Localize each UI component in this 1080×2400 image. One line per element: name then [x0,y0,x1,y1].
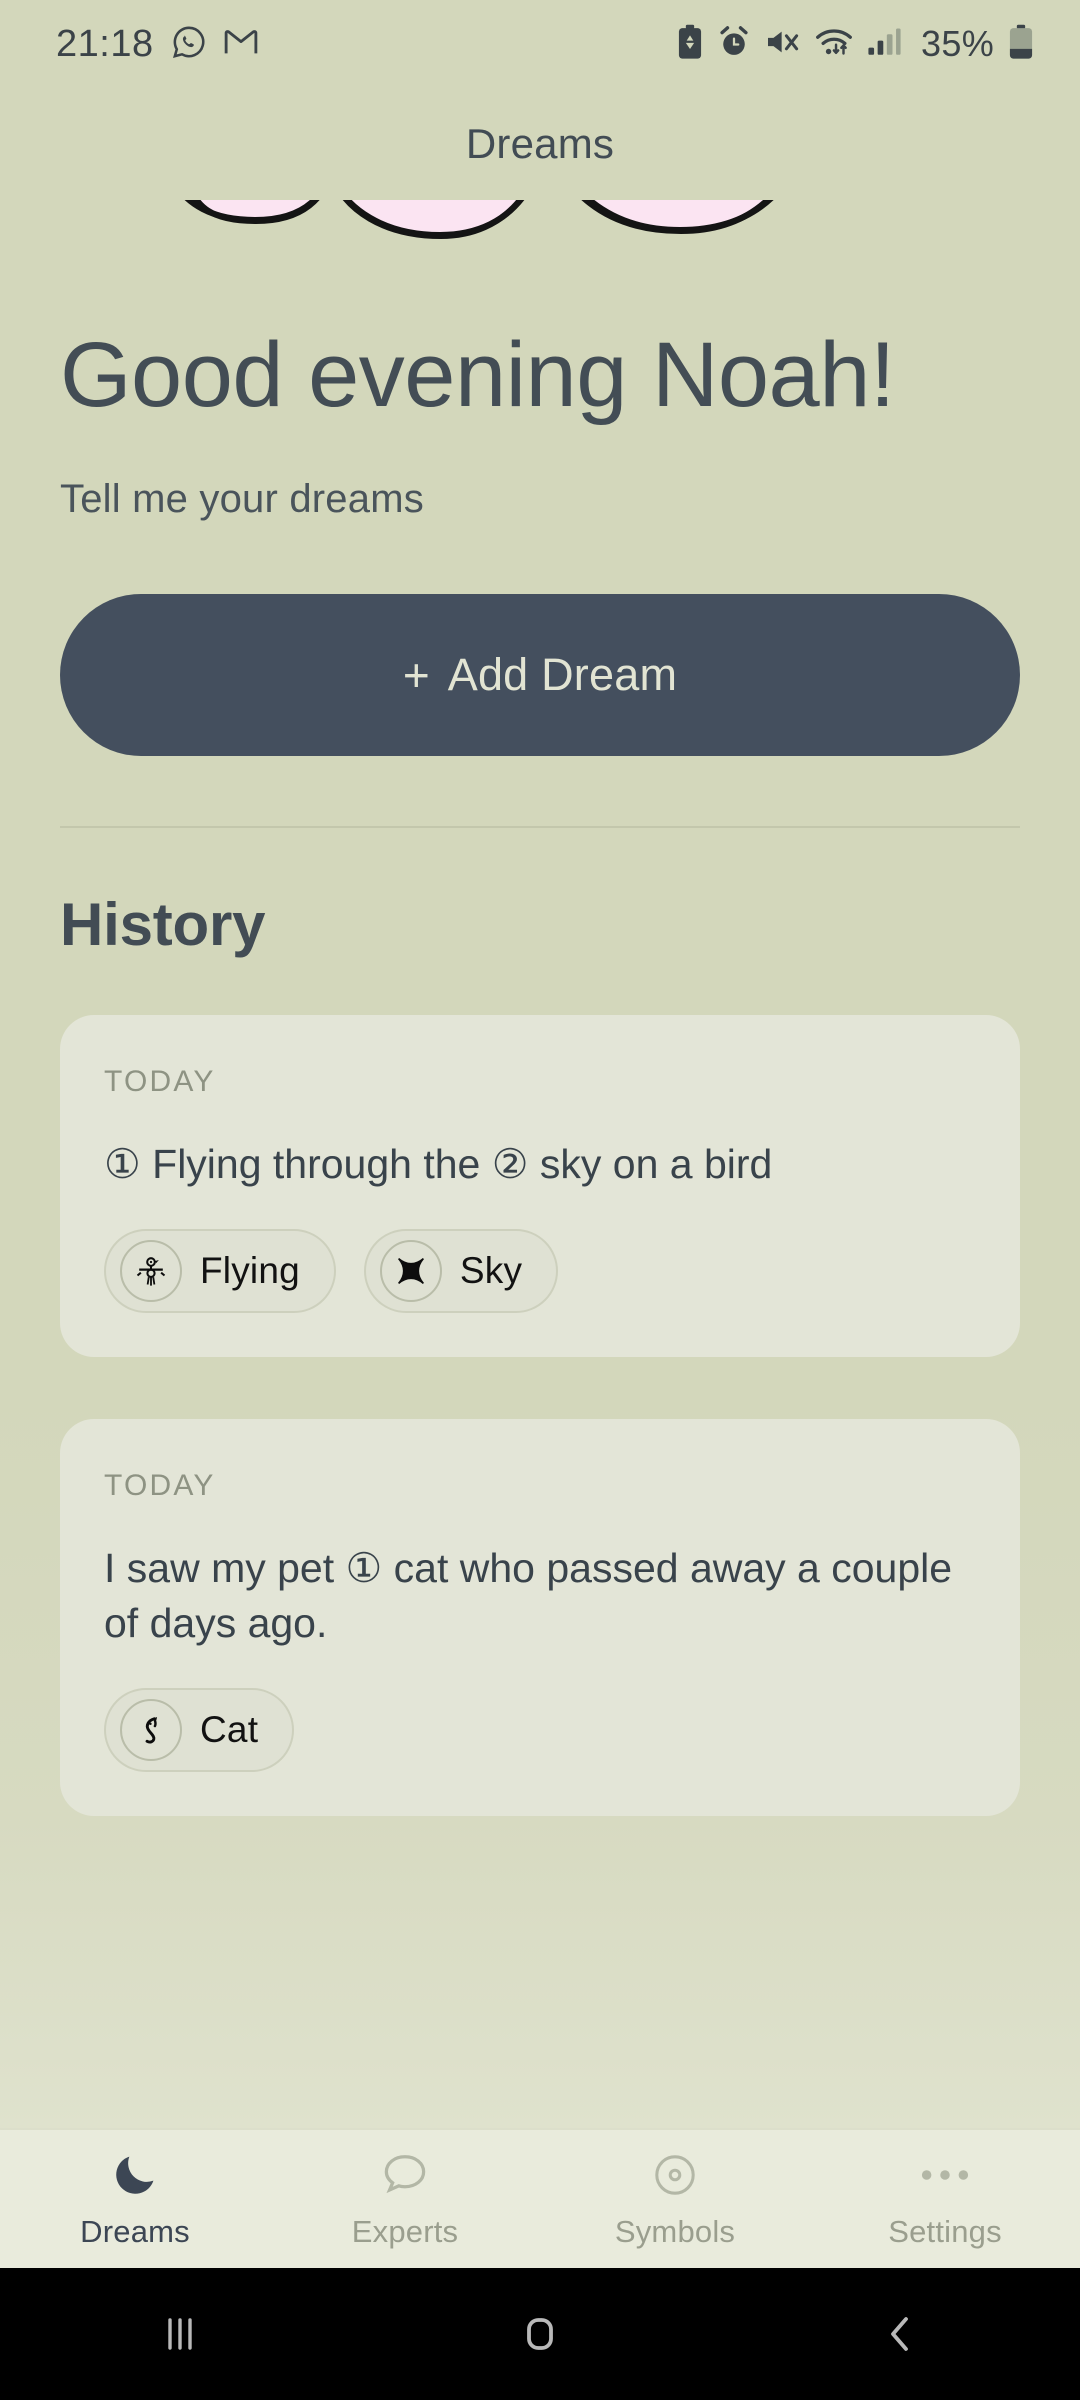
bird-symbol-icon [120,1240,182,1303]
phone-screen: 21:18 35% Dreams Good evening Noah! Tell… [0,0,1080,2400]
status-bar-right: 35% [677,23,1034,65]
battery-percent: 35% [921,23,994,64]
tab-label: Experts [351,2214,459,2249]
signal-icon [867,27,901,62]
home-icon[interactable] [430,2268,650,2400]
main-content: Good evening Noah! Tell me your dreams +… [0,200,1080,2128]
home-content: Good evening Noah! Tell me your dreams +… [0,322,1080,1856]
card-chip-list: Cat [104,1688,976,1773]
page-title: Dreams [465,120,615,167]
section-divider [60,825,1020,828]
history-card[interactable]: TODAY I saw my pet ① cat who passed away… [60,1419,1020,1817]
cat-symbol-icon [120,1699,182,1762]
app-header: Dreams [0,88,1080,200]
circle-target-icon [649,2148,701,2202]
card-dream-text: ① Flying through the ② sky on a bird [104,1140,773,1187]
tab-settings[interactable]: Settings [810,2130,1080,2268]
card-day-label: TODAY [104,1469,216,1503]
chip-label: Flying [200,1250,300,1292]
battery-saver-icon [677,24,703,65]
status-time: 21:18 [56,22,154,65]
system-navigation-bar [0,2268,1080,2400]
tab-label: Symbols [614,2214,736,2249]
history-list: TODAY ① Flying through the ② sky on a bi… [60,1014,1020,1857]
star-burst-symbol-icon [379,1240,442,1303]
add-dream-label: Add Dream [447,648,678,700]
subtitle-text: Tell me your dreams [60,476,424,521]
status-bar: 21:18 35% [0,0,1080,88]
status-bar-left: 21:18 [56,23,258,66]
recents-icon[interactable] [70,2268,290,2400]
moon-icon [109,2148,161,2202]
battery-icon [1008,24,1034,65]
tab-symbols[interactable]: Symbols [540,2130,810,2268]
chip-label: Sky [459,1250,523,1292]
symbol-chip-cat[interactable]: Cat [104,1688,295,1773]
symbol-chip-sky[interactable]: Sky [363,1229,559,1314]
wifi-icon [815,26,853,63]
mute-icon [765,27,801,62]
chip-label: Cat [200,1709,259,1751]
tab-label: Settings [888,2214,1002,2249]
back-icon[interactable] [790,2268,1010,2400]
alarm-icon [717,25,751,64]
card-dream-text: I saw my pet ① cat who passed away a cou… [104,1545,953,1646]
tab-dreams[interactable]: Dreams [0,2130,270,2268]
history-heading: History [60,890,266,958]
three-dots-icon [919,2148,971,2202]
symbol-chip-flying[interactable]: Flying [104,1229,336,1314]
plus-icon: + [402,648,430,701]
tab-experts[interactable]: Experts [270,2130,540,2268]
cloud-illustration [0,200,1080,320]
greeting-heading: Good evening Noah! [60,324,895,426]
chat-bubble-icon [379,2148,431,2202]
gmail-icon [224,28,258,61]
add-dream-button[interactable]: + Add Dream [60,593,1020,756]
tab-label: Dreams [80,2214,190,2249]
bottom-tab-bar: Dreams Experts Symbols Settings [0,2128,1080,2268]
history-card[interactable]: TODAY ① Flying through the ② sky on a bi… [60,1014,1020,1358]
whatsapp-icon [172,25,206,64]
card-day-label: TODAY [104,1064,216,1098]
card-chip-list: Flying Sky [104,1229,976,1314]
